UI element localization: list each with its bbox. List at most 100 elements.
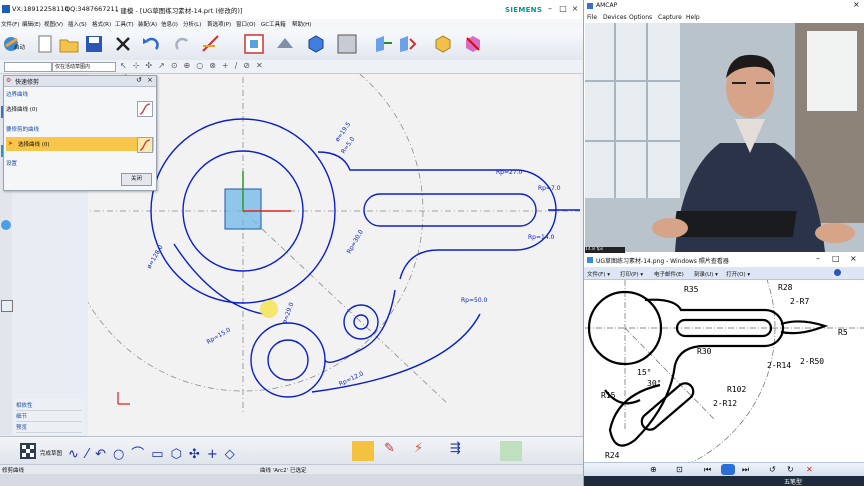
menu-gc-toolbox[interactable]: GC工具箱 [261,20,286,28]
open-folder-icon[interactable] [58,33,80,55]
menu-tools[interactable]: 工具(T) [115,20,134,28]
panel-dependencies[interactable]: 相依性 [16,401,82,411]
view-orient-icon[interactable] [274,33,296,55]
lower-small-circle[interactable] [267,339,309,381]
panel-preview[interactable]: 预览 [16,423,82,433]
quick-extend-icon[interactable]: ✎ [384,441,395,456]
shaded-cube-icon[interactable] [305,33,327,55]
hide-icon[interactable] [462,33,484,55]
select-boundary-label[interactable]: 选择曲线 (0) [6,105,154,113]
panel-details[interactable]: 细节 [16,412,82,422]
slideshow-button[interactable] [721,464,735,475]
dim-d3[interactable]: Rp=27.0 [496,169,523,176]
snap-point-icons[interactable]: ↖⊹✣↗⊙⊕○⊗+∕⊘✕ [120,61,269,70]
sketch-toolbar: 完成草图 ∿⁄↶○⌒▭⬡✣+◇ ✎ ⚡ ⇶ [0,436,583,465]
graphics-window[interactable]: ø=19.5 R=5.0 Rp=27.0 Rp=7.0 Rp=14.0 Rp=3… [62,30,580,436]
taskbar: 五笔型 [584,476,864,486]
cut-icon[interactable] [112,33,134,55]
delete-icon[interactable]: ✕ [806,465,813,474]
offset-icon[interactable]: ⇶ [450,441,461,456]
dialog-close-icon[interactable]: × [147,76,153,84]
close-button[interactable]: 关闭 [121,173,152,186]
menu-file[interactable]: 文件(F) [1,20,19,28]
lower-circle[interactable] [250,322,326,398]
menu-preferences[interactable]: 首选项(P) [207,20,231,28]
wcs-icon[interactable] [372,33,394,55]
web-browser-icon[interactable] [1,300,13,312]
amcap-menu-devices[interactable]: Devices [603,14,627,21]
menu-window[interactable]: 窗口(O) [236,20,256,28]
maximize-icon[interactable]: □ [558,4,568,14]
help-icon[interactable] [834,269,841,276]
previous-icon[interactable]: ⏮ [704,465,711,475]
scope-filter-dropdown[interactable]: 仅在活动草图内 [52,62,116,72]
sketch-curve-tools[interactable]: ∿⁄↶○⌒▭⬡✣+◇ [68,443,242,462]
dim-d6[interactable]: Rp=30.0 [346,229,365,255]
amcap-close-icon[interactable]: × [853,0,860,9]
menu-analysis[interactable]: 分析(L) [183,20,201,28]
menu-assembly[interactable]: 装配(A) [138,20,157,28]
reset-icon[interactable]: ↺ [136,76,142,84]
viewer-menu-file[interactable]: 文件(F) ▾ [587,270,610,278]
menu-edit[interactable]: 编辑(E) [22,20,41,28]
rotate-left-icon[interactable]: ↺ [769,465,776,474]
fit-view-icon[interactable] [243,33,265,55]
left-arc[interactable] [173,243,264,315]
minimize-icon[interactable]: – [545,4,555,14]
dim-d4[interactable]: Rp=7.0 [538,185,561,192]
type-filter-dropdown[interactable] [4,62,52,72]
viewer-maximize-icon[interactable]: □ [832,254,840,263]
menu-view[interactable]: 视图(V) [44,20,63,28]
background-icon[interactable] [336,33,358,55]
menu-format[interactable]: 格式(R) [92,20,111,28]
viewer-minimize-icon[interactable]: – [816,254,820,263]
mid-circle[interactable] [343,304,379,340]
select-trim-row[interactable]: ➤ 选择曲线 (0) [6,137,154,151]
dim-d7[interactable]: ø=29.0 [281,301,295,324]
redo-icon[interactable] [172,33,194,55]
menu-info[interactable]: 信息(I) [161,20,178,28]
amcap-menu-capture[interactable]: Capture [658,14,682,21]
mid-small-circle[interactable] [353,314,369,330]
dim-d8[interactable]: ø=128.0 [146,244,165,270]
menu-insert[interactable]: 插入(S) [68,20,87,28]
dim-d11[interactable]: Rp=50.0 [461,297,488,304]
viewer-menu-print[interactable]: 打印(P) ▾ [620,270,643,278]
ime-indicator[interactable]: 五笔型 [784,477,802,486]
menu-help[interactable]: 帮助(H) [292,20,311,28]
label-r5: R5 [838,328,848,337]
select-curve-button-1[interactable] [137,101,153,117]
section-settings[interactable]: 设置 [6,159,154,167]
sketch-tool-icon[interactable] [200,33,222,55]
new-file-icon[interactable] [34,33,56,55]
lower-arc[interactable] [311,313,481,393]
dim-d5[interactable]: Rp=14.0 [528,234,555,241]
quick-trim-icon[interactable] [352,441,374,461]
history-icon[interactable] [1,220,11,230]
actual-size-icon[interactable]: ⊡ [676,465,683,474]
zoom-icon[interactable]: ⊕ [650,465,657,474]
viewer-menu-email[interactable]: 电子邮件(E) [654,270,684,278]
next-icon[interactable]: ⏭ [742,465,749,475]
select-curve-button-2[interactable] [137,137,153,153]
slot-inner-profile[interactable] [363,193,537,227]
viewer-menu-burn[interactable]: 刻录(U) ▾ [694,270,718,278]
undo-icon[interactable] [140,33,162,55]
save-icon[interactable] [83,33,105,55]
finish-sketch-icon[interactable] [18,441,38,461]
close-icon[interactable]: × [570,4,580,14]
make-corner-icon[interactable]: ⚡ [414,441,423,456]
viewer-close-icon[interactable]: × [850,254,857,263]
viewer-menu-open[interactable]: 打开(O) ▾ [726,270,750,278]
layer-icon[interactable] [396,33,418,55]
constraints-icon[interactable] [500,441,522,461]
amcap-menu-options[interactable]: Options [629,14,652,21]
dim-d9[interactable]: Rp=15.0 [206,326,232,345]
section-boundary-curves[interactable]: 边界曲线 [6,90,154,98]
section-trim-curves[interactable]: 要修剪的曲线 [6,125,154,133]
rotate-right-icon[interactable]: ↻ [787,465,794,474]
amcap-menu-file[interactable]: File [587,14,597,21]
show-hide-icon[interactable] [432,33,454,55]
connecting-arc[interactable] [324,289,396,363]
amcap-menu-help[interactable]: Help [686,14,700,21]
